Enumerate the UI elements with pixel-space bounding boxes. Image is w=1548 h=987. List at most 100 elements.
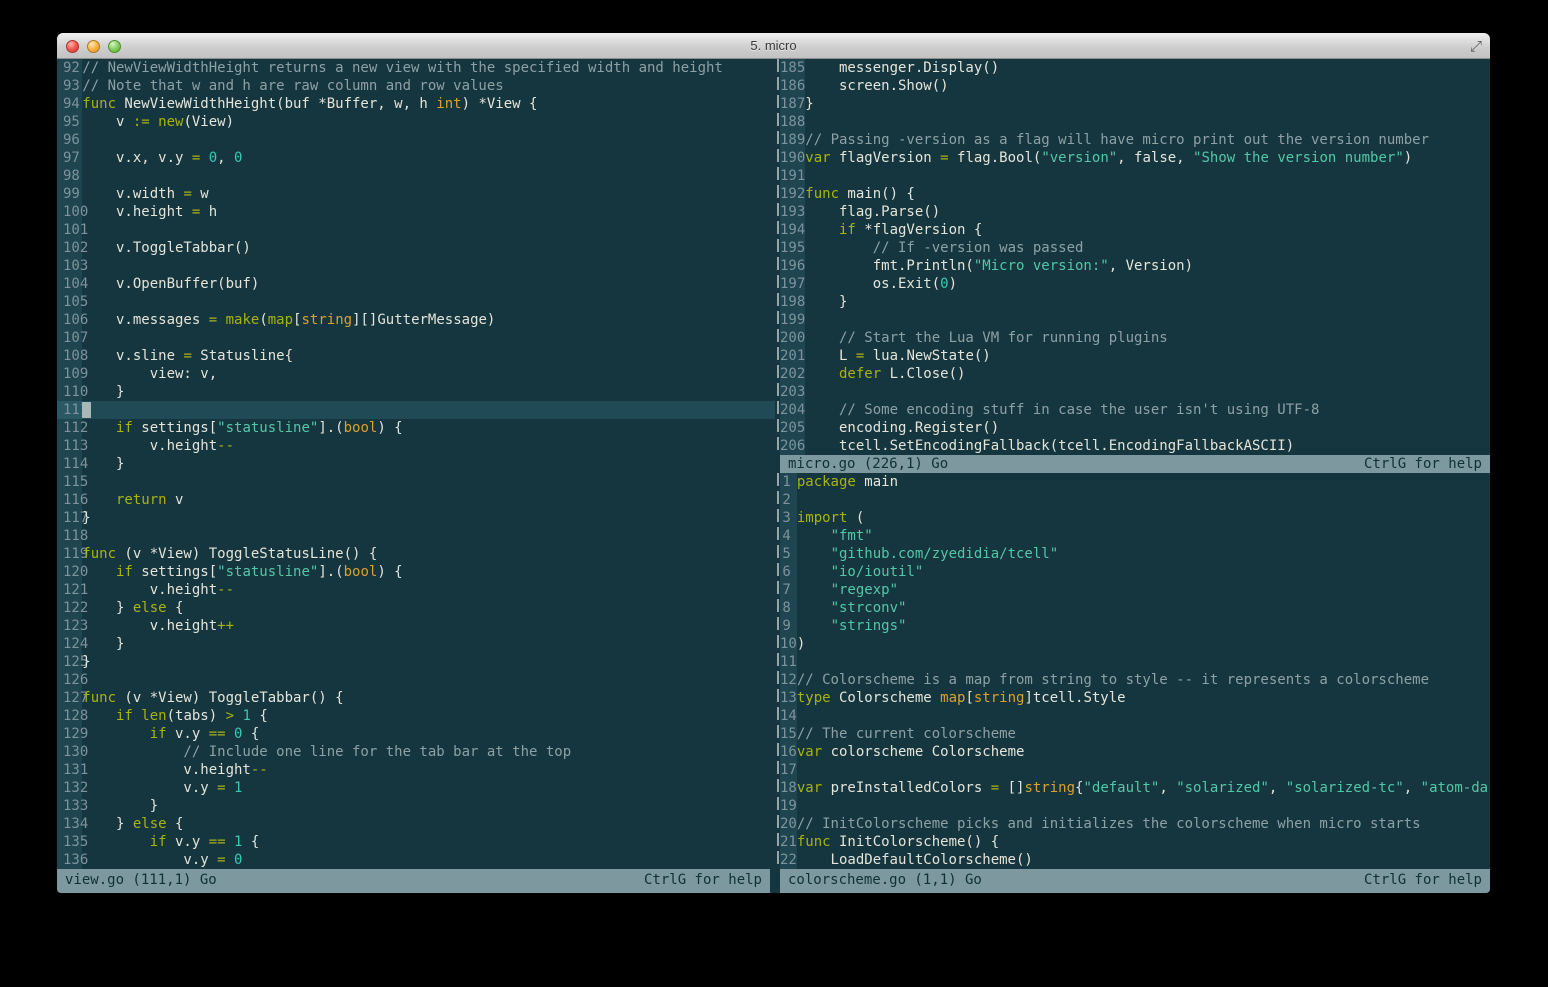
resize-icon[interactable]: ⤢ bbox=[1470, 37, 1482, 55]
code-line[interactable]: 106 v.messages = make(map[string][]Gutte… bbox=[57, 311, 775, 329]
code-line[interactable]: 186 screen.Show() bbox=[775, 77, 1490, 95]
code-line[interactable]: 188 bbox=[775, 113, 1490, 131]
pane-micro-go[interactable]: 185 messenger.Display()186 screen.Show()… bbox=[775, 59, 1490, 455]
code-line[interactable]: 200 // Start the Lua VM for running plug… bbox=[775, 329, 1490, 347]
code-line[interactable]: 192func main() { bbox=[775, 185, 1490, 203]
code-line[interactable]: 112 if settings["statusline"].(bool) { bbox=[57, 419, 775, 437]
code-line[interactable]: 13type Colorscheme map[string]tcell.Styl… bbox=[775, 689, 1490, 707]
code-line[interactable]: 206 tcell.SetEncodingFallback(tcell.Enco… bbox=[775, 437, 1490, 455]
code-line[interactable]: 185 messenger.Display() bbox=[775, 59, 1490, 77]
line-number: 205 bbox=[780, 419, 805, 437]
code-line[interactable]: 92// NewViewWidthHeight returns a new vi… bbox=[57, 59, 775, 77]
code-line[interactable]: 96 bbox=[57, 131, 775, 149]
code-line[interactable]: 187} bbox=[775, 95, 1490, 113]
code-line[interactable]: 125} bbox=[57, 653, 775, 671]
code-line[interactable]: 22 LoadDefaultColorscheme() bbox=[775, 851, 1490, 869]
code-line[interactable]: 205 encoding.Register() bbox=[775, 419, 1490, 437]
code-line[interactable]: 133 } bbox=[57, 797, 775, 815]
code-line[interactable]: 11 bbox=[775, 653, 1490, 671]
code-line[interactable]: 14 bbox=[775, 707, 1490, 725]
code-line[interactable]: 110 } bbox=[57, 383, 775, 401]
minimize-button[interactable] bbox=[87, 40, 100, 53]
code-line[interactable]: 109 view: v, bbox=[57, 365, 775, 383]
window-titlebar[interactable]: 5. micro ⤢ bbox=[57, 33, 1490, 59]
code-line[interactable]: 94func NewViewWidthHeight(buf *Buffer, w… bbox=[57, 95, 775, 113]
code-line[interactable]: 135 if v.y == 1 { bbox=[57, 833, 775, 851]
code-line[interactable]: 15// The current colorscheme bbox=[775, 725, 1490, 743]
code-line[interactable]: 126 bbox=[57, 671, 775, 689]
code-line[interactable]: 199 bbox=[775, 311, 1490, 329]
code-line[interactable]: 5 "github.com/zyedidia/tcell" bbox=[775, 545, 1490, 563]
line-number: 123 bbox=[57, 617, 82, 635]
code-line[interactable]: 124 } bbox=[57, 635, 775, 653]
code-line[interactable]: 6 "io/ioutil" bbox=[775, 563, 1490, 581]
code-line[interactable]: 95 v := new(View) bbox=[57, 113, 775, 131]
code-line[interactable]: 131 v.height-- bbox=[57, 761, 775, 779]
code-line[interactable]: 1package main bbox=[775, 473, 1490, 491]
code-line[interactable]: 134 } else { bbox=[57, 815, 775, 833]
code-line[interactable]: 189// Passing -version as a flag will ha… bbox=[775, 131, 1490, 149]
close-button[interactable] bbox=[66, 40, 79, 53]
code-line[interactable]: 129 if v.y == 0 { bbox=[57, 725, 775, 743]
code-line[interactable]: 99 v.width = w bbox=[57, 185, 775, 203]
code-line[interactable]: 108 v.sline = Statusline{ bbox=[57, 347, 775, 365]
code-line[interactable]: 193 flag.Parse() bbox=[775, 203, 1490, 221]
code-line[interactable]: 119func (v *View) ToggleStatusLine() { bbox=[57, 545, 775, 563]
code-line[interactable]: 123 v.height++ bbox=[57, 617, 775, 635]
code-line[interactable]: 105 bbox=[57, 293, 775, 311]
zoom-button[interactable] bbox=[108, 40, 121, 53]
code-line[interactable]: 113 v.height-- bbox=[57, 437, 775, 455]
code-line[interactable]: 100 v.height = h bbox=[57, 203, 775, 221]
code-line[interactable]: 12// Colorscheme is a map from string to… bbox=[775, 671, 1490, 689]
code-line[interactable]: 190var flagVersion = flag.Bool("version"… bbox=[775, 149, 1490, 167]
code-line[interactable]: 102 v.ToggleTabbar() bbox=[57, 239, 775, 257]
code-line[interactable]: 128 if len(tabs) > 1 { bbox=[57, 707, 775, 725]
code-line[interactable]: 194 if *flagVersion { bbox=[775, 221, 1490, 239]
code-line[interactable]: 19 bbox=[775, 797, 1490, 815]
code-line[interactable]: 10) bbox=[775, 635, 1490, 653]
code-line[interactable]: 16var colorscheme Colorscheme bbox=[775, 743, 1490, 761]
code-line[interactable]: 201 L = lua.NewState() bbox=[775, 347, 1490, 365]
code-line[interactable]: 117} bbox=[57, 509, 775, 527]
code-line[interactable]: 136 v.y = 0 bbox=[57, 851, 775, 869]
code-line[interactable]: 116 return v bbox=[57, 491, 775, 509]
code-line[interactable]: 7 "regexp" bbox=[775, 581, 1490, 599]
pane-view-go[interactable]: 92// NewViewWidthHeight returns a new vi… bbox=[57, 59, 775, 869]
pane-colorscheme-go[interactable]: 1package main23import (4 "fmt"5 "github.… bbox=[775, 473, 1490, 869]
code-line[interactable]: 195 // If -version was passed bbox=[775, 239, 1490, 257]
code-line[interactable]: 191 bbox=[775, 167, 1490, 185]
code-line[interactable]: 18var preInstalledColors = []string{"def… bbox=[775, 779, 1490, 797]
code-line[interactable]: 130 // Include one line for the tab bar … bbox=[57, 743, 775, 761]
code-line[interactable]: 101 bbox=[57, 221, 775, 239]
code-line[interactable]: 198 } bbox=[775, 293, 1490, 311]
code-line[interactable]: 4 "fmt" bbox=[775, 527, 1490, 545]
code-line[interactable]: 2 bbox=[775, 491, 1490, 509]
code-line[interactable]: 120 if settings["statusline"].(bool) { bbox=[57, 563, 775, 581]
code-line[interactable]: 103 bbox=[57, 257, 775, 275]
code-line[interactable]: 132 v.y = 1 bbox=[57, 779, 775, 797]
code-line[interactable]: 111 bbox=[57, 401, 775, 419]
code-line[interactable]: 118 bbox=[57, 527, 775, 545]
code-line[interactable]: 115 bbox=[57, 473, 775, 491]
code-line[interactable]: 3import ( bbox=[775, 509, 1490, 527]
code-line[interactable]: 8 "strconv" bbox=[775, 599, 1490, 617]
code-line[interactable]: 127func (v *View) ToggleTabbar() { bbox=[57, 689, 775, 707]
code-line[interactable]: 104 v.OpenBuffer(buf) bbox=[57, 275, 775, 293]
code-line[interactable]: 202 defer L.Close() bbox=[775, 365, 1490, 383]
statusbar-help-hint: CtrlG for help bbox=[644, 869, 762, 893]
code-line[interactable]: 114 } bbox=[57, 455, 775, 473]
code-line[interactable]: 21func InitColorscheme() { bbox=[775, 833, 1490, 851]
code-line[interactable]: 98 bbox=[57, 167, 775, 185]
code-line[interactable]: 17 bbox=[775, 761, 1490, 779]
code-line[interactable]: 197 os.Exit(0) bbox=[775, 275, 1490, 293]
code-line[interactable]: 204 // Some encoding stuff in case the u… bbox=[775, 401, 1490, 419]
code-line[interactable]: 20// InitColorscheme picks and initializ… bbox=[775, 815, 1490, 833]
code-line[interactable]: 9 "strings" bbox=[775, 617, 1490, 635]
code-line[interactable]: 93// Note that w and h are raw column an… bbox=[57, 77, 775, 95]
code-line[interactable]: 122 } else { bbox=[57, 599, 775, 617]
code-line[interactable]: 121 v.height-- bbox=[57, 581, 775, 599]
code-line[interactable]: 97 v.x, v.y = 0, 0 bbox=[57, 149, 775, 167]
code-line[interactable]: 196 fmt.Println("Micro version:", Versio… bbox=[775, 257, 1490, 275]
code-line[interactable]: 107 bbox=[57, 329, 775, 347]
code-line[interactable]: 203 bbox=[775, 383, 1490, 401]
